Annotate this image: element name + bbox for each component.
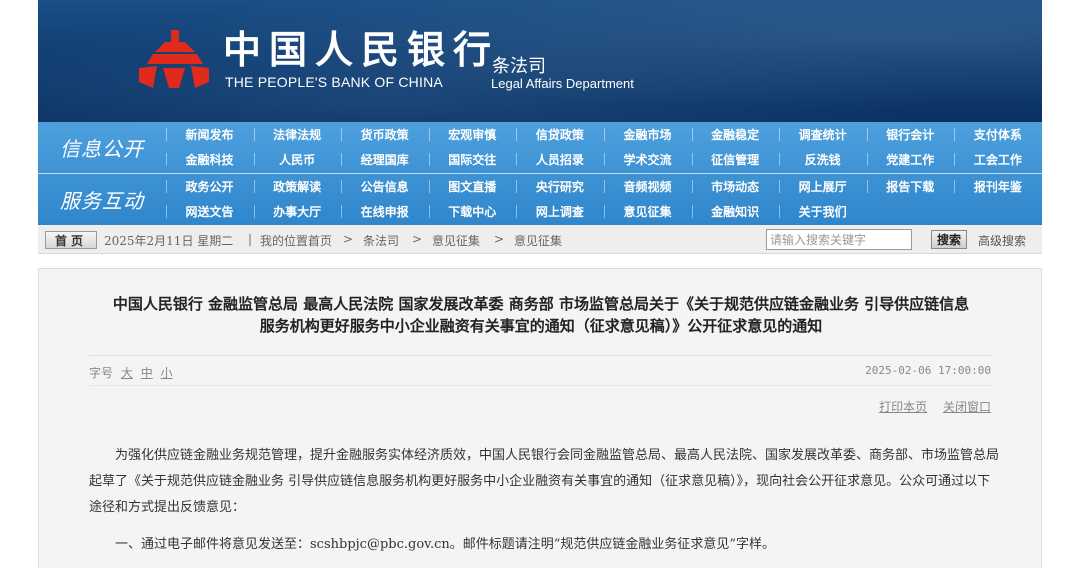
article-paragraph: 为强化供应链金融业务规范管理，提升金融服务实体经济质效，中国人民银行会同金融监管… (89, 448, 1000, 515)
divider (89, 385, 993, 386)
nav-group-service: 服务互动 政务公开 政策解读 公告信息 图文直播 央行研究 音频视频 市场动态 网上展厅 报告下… (38, 174, 1042, 225)
nav-item[interactable]: 网上展厅 (779, 174, 866, 199)
nav-item[interactable]: 办事大厅 (253, 199, 341, 224)
nav-item[interactable]: 报刊年鉴 (954, 174, 1041, 199)
breadcrumb-section[interactable]: 意见征集 (432, 232, 480, 249)
separator: | (248, 232, 253, 246)
article-title: 中国人民银行 金融监管总局 最高人民法院 国家发展改革委 商务部 市场监管总局关… (39, 293, 1043, 337)
nav-item[interactable]: 工会工作 (954, 147, 1041, 172)
nav-item[interactable]: 央行研究 (516, 174, 603, 199)
main-navigation: 信息公开 新闻发布 法律法规 货币政策 宏观审慎 信贷政策 金融市场 金融稳定 调查统计 银行会… (38, 122, 1042, 225)
department-name-en: Legal Affairs Department (491, 76, 634, 91)
close-window-link[interactable]: 关闭窗口 (943, 400, 991, 414)
nav-item[interactable]: 关于我们 (779, 199, 866, 224)
nav-item[interactable]: 报告下载 (866, 174, 954, 199)
article-paragraph: 一、通过电子邮件将意见发送至：scshbpjc@pbc.gov.cn。邮件标题请… (115, 537, 776, 552)
nav-item[interactable]: 党建工作 (866, 147, 954, 172)
article-title-line: 中国人民银行 金融监管总局 最高人民法院 国家发展改革委 商务部 市场监管总局关… (112, 295, 970, 313)
nav-item[interactable]: 意见征集 (604, 199, 691, 224)
nav-item[interactable]: 市场动态 (691, 174, 779, 199)
breadcrumb-home[interactable]: 首页 (308, 232, 332, 249)
nav-item[interactable]: 反洗钱 (779, 147, 866, 172)
nav-item[interactable]: 支付体系 (954, 122, 1041, 147)
nav-item[interactable]: 人员招录 (516, 147, 603, 172)
breadcrumb-arrow: > (494, 232, 505, 246)
nav-row: 网送文告 办事大厅 在线申报 下载中心 网上调查 意见征集 金融知识 关于我们 (166, 199, 1042, 224)
location-label: 我的位置: (260, 234, 313, 248)
font-size-label: 字号 (89, 366, 114, 380)
nav-item[interactable]: 新闻发布 (166, 122, 253, 147)
font-size-controls: 字号 大 中 小 (89, 364, 173, 381)
article-panel: 中国人民银行 金融监管总局 最高人民法院 国家发展改革委 商务部 市场监管总局关… (38, 268, 1042, 568)
home-button[interactable]: 首页 (45, 231, 97, 249)
nav-item[interactable]: 下载中心 (428, 199, 516, 224)
print-page-link[interactable]: 打印本页 (879, 400, 927, 414)
article-tools: 打印本页 关闭窗口 (867, 398, 991, 415)
nav-item[interactable]: 音频视频 (604, 174, 691, 199)
nav-row: 金融科技 人民币 经理国库 国际交往 人员招录 学术交流 征信管理 反洗钱 党建工作 工会工作 (166, 147, 1042, 172)
nav-item[interactable]: 网上调查 (516, 199, 603, 224)
department-name-cn: 条法司 (492, 56, 546, 76)
nav-item[interactable]: 货币政策 (341, 122, 428, 147)
divider (89, 355, 993, 356)
nav-row: 新闻发布 法律法规 货币政策 宏观审慎 信贷政策 金融市场 金融稳定 调查统计 银行会计 支付体系 (166, 122, 1042, 147)
bank-name-cn[interactable]: 中国人民银行 (223, 30, 499, 70)
bank-name-en[interactable]: THE PEOPLE'S BANK OF CHINA (225, 74, 443, 90)
breadcrumb-dept[interactable]: 条法司 (363, 232, 399, 249)
font-large-link[interactable]: 大 (121, 366, 133, 380)
nav-group-info: 信息公开 新闻发布 法律法规 货币政策 宏观审慎 信贷政策 金融市场 金融稳定 调查统计 银行会… (38, 122, 1042, 173)
nav-item[interactable]: 宏观审慎 (428, 122, 516, 147)
nav-item[interactable]: 人民币 (253, 147, 341, 172)
nav-item[interactable]: 政策解读 (253, 174, 341, 199)
nav-item[interactable]: 公告信息 (341, 174, 428, 199)
nav-row: 政务公开 政策解读 公告信息 图文直播 央行研究 音频视频 市场动态 网上展厅 报告下载 报刊年鉴 (166, 174, 1042, 199)
nav-item[interactable]: 信贷政策 (516, 122, 603, 147)
utility-bar: 首页 2025年2月11日 星期二 | 我的位置: 首页 > 条法司 > 意见征… (38, 225, 1042, 254)
breadcrumb-arrow: > (412, 232, 423, 246)
search-button[interactable]: 搜索 (931, 230, 967, 249)
nav-item[interactable]: 征信管理 (691, 147, 779, 172)
site-banner: 中国人民银行 THE PEOPLE'S BANK OF CHINA 条法司 Le… (38, 0, 1042, 122)
article-body: 为强化供应链金融业务规范管理，提升金融服务实体经济质效，中国人民银行会同金融监管… (89, 443, 999, 558)
nav-item[interactable]: 学术交流 (604, 147, 691, 172)
nav-group-title: 服务互动 (60, 189, 144, 213)
nav-item[interactable]: 金融知识 (691, 199, 779, 224)
nav-item[interactable]: 金融稳定 (691, 122, 779, 147)
font-medium-link[interactable]: 中 (141, 366, 153, 380)
nav-item[interactable]: 调查统计 (779, 122, 866, 147)
search-input[interactable] (766, 229, 912, 250)
font-small-link[interactable]: 小 (161, 366, 173, 380)
publish-time: 2025-02-06 17:00:00 (865, 364, 991, 377)
nav-item[interactable]: 金融市场 (604, 122, 691, 147)
nav-item[interactable]: 法律法规 (253, 122, 341, 147)
pboc-logo-icon[interactable] (135, 28, 213, 92)
nav-item[interactable]: 银行会计 (866, 122, 954, 147)
nav-item[interactable]: 金融科技 (166, 147, 253, 172)
nav-group-title: 信息公开 (60, 137, 144, 161)
nav-item[interactable]: 国际交往 (428, 147, 516, 172)
article-title-line: 服务机构更好服务中小企业融资有关事宜的通知（征求意见稿）》公开征求意见的通知 (259, 317, 823, 335)
current-date: 2025年2月11日 星期二 (104, 234, 234, 248)
advanced-search-link[interactable]: 高级搜索 (978, 232, 1026, 249)
nav-item[interactable]: 政务公开 (166, 174, 253, 199)
nav-item[interactable]: 在线申报 (341, 199, 428, 224)
nav-item[interactable]: 经理国库 (341, 147, 428, 172)
nav-item[interactable]: 网送文告 (166, 199, 253, 224)
nav-item[interactable]: 图文直播 (428, 174, 516, 199)
breadcrumb-current[interactable]: 意见征集 (514, 232, 562, 249)
breadcrumb-arrow: > (343, 232, 354, 246)
